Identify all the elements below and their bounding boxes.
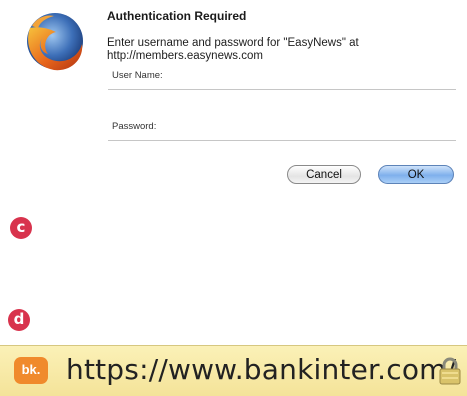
dialog-message: Enter username and password for "EasyNew… (107, 37, 359, 62)
username-label: User Name: (112, 70, 163, 81)
lock-icon[interactable] (436, 356, 464, 386)
marker-d: d (8, 309, 30, 331)
ok-button[interactable]: OK (378, 165, 454, 184)
username-underline (108, 89, 456, 90)
url-bar[interactable]: bk. https://www.bankinter.com/ (0, 345, 467, 396)
marker-c: c (10, 217, 32, 239)
bankinter-site-icon: bk. (14, 357, 48, 384)
password-field[interactable] (165, 121, 453, 135)
cancel-button[interactable]: Cancel (287, 165, 361, 184)
password-label: Password: (112, 121, 157, 132)
url-text[interactable]: https://www.bankinter.com/ (66, 353, 456, 386)
authentication-dialog: Authentication Required Enter username a… (0, 0, 467, 200)
username-field[interactable] (165, 70, 453, 84)
dialog-title: Authentication Required (107, 9, 247, 23)
password-underline (108, 140, 456, 141)
firefox-logo (27, 13, 83, 71)
